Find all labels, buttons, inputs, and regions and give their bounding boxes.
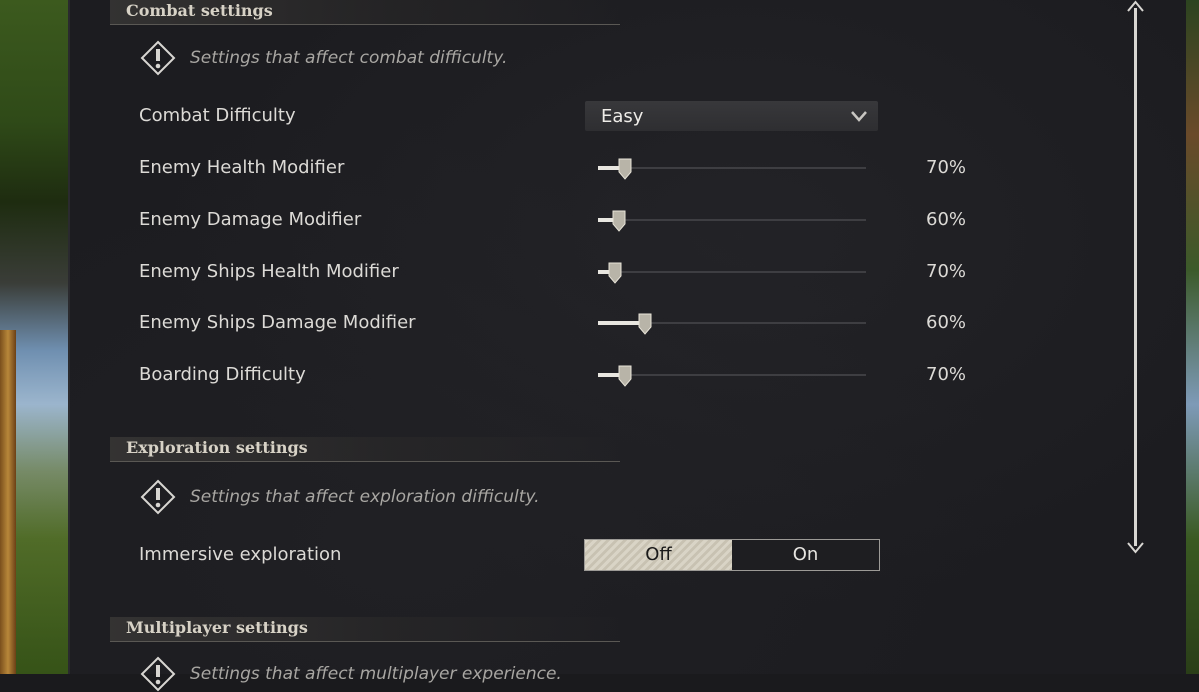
combat-settings-title: Combat settings (126, 1, 273, 20)
enemy-ships-damage-slider[interactable] (598, 313, 866, 335)
warning-diamond-icon (140, 40, 176, 76)
enemy-ships-health-value: 70% (926, 261, 967, 282)
enemy-ships-damage-value: 60% (926, 312, 967, 333)
combat-settings-header: Combat settings (110, 0, 620, 25)
scroll-up-arrow-icon[interactable] (1127, 0, 1144, 12)
enemy-health-slider[interactable] (598, 158, 866, 180)
toggle-off-option[interactable]: Off (585, 540, 732, 570)
multiplayer-settings-title: Multiplayer settings (126, 618, 308, 637)
combat-hint-text: Settings that affect combat difficulty. (190, 48, 508, 68)
toggle-on-option[interactable]: On (732, 540, 879, 570)
palm-trunk (0, 330, 16, 674)
boarding-difficulty-value: 70% (926, 364, 967, 385)
combat-difficulty-label: Combat Difficulty (139, 105, 296, 126)
immersive-exploration-label: Immersive exploration (139, 544, 342, 565)
enemy-ships-health-label: Enemy Ships Health Modifier (139, 261, 399, 282)
boarding-difficulty-slider[interactable] (598, 365, 866, 387)
combat-difficulty-dropdown[interactable]: Easy (585, 101, 878, 131)
scroll-down-arrow-icon[interactable] (1127, 542, 1144, 554)
slider-thumb[interactable] (612, 210, 626, 232)
exploration-hint: Settings that affect exploration difficu… (140, 479, 540, 515)
slider-track (598, 374, 866, 376)
slider-thumb[interactable] (608, 262, 622, 284)
slider-track (598, 271, 866, 273)
slider-thumb[interactable] (618, 158, 632, 180)
warning-diamond-icon (140, 656, 176, 692)
scrollbar-track[interactable] (1134, 8, 1137, 546)
multiplayer-hint: Settings that affect multiplayer experie… (140, 656, 562, 692)
multiplayer-settings-header: Multiplayer settings (110, 617, 620, 642)
enemy-damage-label: Enemy Damage Modifier (139, 209, 362, 230)
exploration-hint-text: Settings that affect exploration difficu… (190, 487, 540, 507)
enemy-health-label: Enemy Health Modifier (139, 157, 345, 178)
slider-track (598, 167, 866, 169)
enemy-health-value: 70% (926, 157, 967, 178)
slider-thumb[interactable] (618, 365, 632, 387)
immersive-exploration-toggle[interactable]: Off On (584, 539, 880, 571)
multiplayer-hint-text: Settings that affect multiplayer experie… (190, 664, 562, 684)
slider-track (598, 219, 866, 221)
boarding-difficulty-label: Boarding Difficulty (139, 364, 306, 385)
chevron-down-icon (851, 111, 867, 122)
jungle-background-left (0, 0, 68, 674)
jungle-background-right (1184, 0, 1199, 674)
slider-thumb[interactable] (638, 313, 652, 335)
enemy-ships-damage-label: Enemy Ships Damage Modifier (139, 312, 416, 333)
enemy-damage-slider[interactable] (598, 210, 866, 232)
exploration-settings-header: Exploration settings (110, 437, 620, 462)
exploration-settings-title: Exploration settings (126, 438, 308, 457)
combat-difficulty-value: Easy (601, 106, 644, 127)
enemy-ships-health-slider[interactable] (598, 262, 866, 284)
combat-hint: Settings that affect combat difficulty. (140, 40, 507, 76)
enemy-damage-value: 60% (926, 209, 967, 230)
warning-diamond-icon (140, 479, 176, 515)
